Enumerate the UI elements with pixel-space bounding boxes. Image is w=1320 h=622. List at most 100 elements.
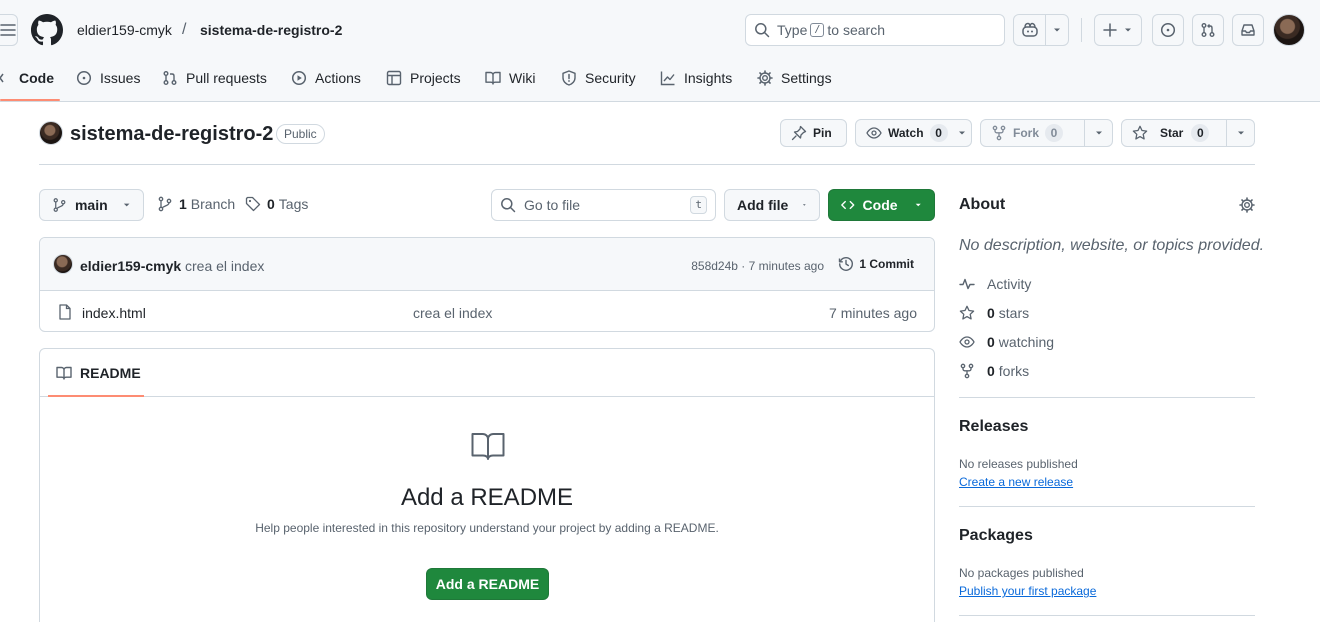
- menu-button[interactable]: [0, 14, 18, 46]
- commit-author[interactable]: eldier159-cmyk: [80, 258, 181, 274]
- create-new-button[interactable]: [1094, 14, 1142, 46]
- search-shortcut-key: /: [810, 23, 825, 37]
- stars-link[interactable]: 0 stars: [959, 305, 1029, 321]
- sidebar-divider: [959, 397, 1255, 398]
- breadcrumb-owner[interactable]: eldier159-cmyk: [77, 21, 172, 39]
- tab-actions[interactable]: Actions: [291, 62, 361, 94]
- book-icon: [471, 433, 505, 460]
- forks-link[interactable]: 0 forks: [959, 363, 1029, 379]
- code-icon: [841, 200, 855, 210]
- play-icon: [291, 70, 307, 86]
- file-icon: [59, 304, 71, 320]
- branch-select[interactable]: main: [39, 189, 144, 221]
- file-table: eldier159-cmyk crea el index 858d24b · 7…: [39, 237, 935, 332]
- tab-security-label: Security: [585, 70, 636, 86]
- tags-count: 0: [267, 196, 275, 212]
- readme-empty-title: Add a README: [400, 484, 574, 511]
- commit-author-avatar[interactable]: [53, 254, 73, 274]
- watch-button[interactable]: Watch 0: [855, 119, 972, 147]
- add-readme-button[interactable]: Add a README: [426, 568, 549, 600]
- pin-button[interactable]: Pin: [780, 119, 847, 147]
- tab-pull-requests-label: Pull requests: [186, 70, 267, 86]
- repo-owner-avatar[interactable]: [39, 121, 63, 145]
- repo-forked-icon: [992, 125, 1006, 141]
- fork-button[interactable]: Fork 0: [980, 119, 1113, 147]
- book-icon: [485, 71, 501, 85]
- commit-meta[interactable]: 858d24b · 7 minutes ago: [691, 259, 824, 273]
- watching-count: 0: [987, 334, 995, 350]
- releases-heading[interactable]: Releases: [959, 418, 1028, 436]
- watch-label: Watch: [888, 126, 924, 140]
- search-prefix: Type: [777, 22, 808, 38]
- search-input[interactable]: Type / to search: [745, 14, 1005, 46]
- tab-insights-label: Insights: [684, 70, 733, 86]
- git-branch-icon: [53, 198, 66, 212]
- watching-link[interactable]: 0 watching: [959, 334, 1054, 350]
- watch-count: 0: [929, 124, 948, 142]
- gear-icon: [757, 70, 773, 86]
- tab-security[interactable]: Security: [561, 62, 636, 94]
- chevron-down-icon: [1125, 28, 1131, 32]
- repo-title[interactable]: sistema-de-registro-2: [70, 122, 273, 146]
- readme-tab[interactable]: README: [56, 365, 141, 381]
- visibility-badge: Public: [276, 124, 325, 144]
- menu-icon: [0, 24, 16, 36]
- about-heading: About: [959, 196, 1006, 213]
- copilot-icon: [1021, 22, 1038, 37]
- code-button-label: Code: [862, 197, 898, 213]
- tab-insights[interactable]: Insights: [660, 62, 732, 94]
- tab-projects[interactable]: Projects: [386, 62, 461, 94]
- file-name[interactable]: index.html: [82, 305, 146, 321]
- branches-link[interactable]: 1 Branch: [157, 196, 235, 212]
- go-to-file-shortcut: t: [690, 196, 707, 214]
- user-avatar[interactable]: [1273, 14, 1305, 46]
- chevron-down-icon: [123, 203, 130, 207]
- repo-forked-icon: [960, 363, 974, 379]
- publish-package-link[interactable]: Publish your first package: [959, 584, 1096, 598]
- code-button[interactable]: Code: [828, 189, 935, 221]
- file-commit-message[interactable]: crea el index: [413, 305, 492, 321]
- commits-link[interactable]: 1 Commit: [838, 256, 914, 272]
- branches-count: 1: [179, 196, 187, 212]
- copilot-button[interactable]: [1013, 14, 1069, 46]
- about-description: No description, website, or topics provi…: [959, 237, 1265, 254]
- activity-link[interactable]: Activity: [959, 276, 1031, 292]
- readme-header: README: [40, 349, 934, 397]
- star-button[interactable]: Star 0: [1121, 119, 1255, 147]
- breadcrumb-repo[interactable]: sistema-de-registro-2: [200, 21, 342, 39]
- commit-message[interactable]: crea el index: [185, 258, 264, 274]
- active-tab-underline: [0, 99, 60, 101]
- create-release-link[interactable]: Create a new release: [959, 475, 1073, 489]
- chevron-down-icon: [915, 203, 921, 207]
- packages-empty-text: No packages published: [959, 566, 1084, 580]
- shield-icon: [562, 70, 576, 86]
- git-pull-request-icon: [1201, 23, 1215, 37]
- tab-code[interactable]: Code: [0, 62, 54, 94]
- add-file-button[interactable]: Add file: [724, 189, 820, 221]
- tab-wiki-label: Wiki: [509, 70, 536, 86]
- branch-name: main: [74, 197, 108, 213]
- sidebar-divider: [959, 506, 1255, 507]
- forks-count: 0: [987, 363, 995, 379]
- forks-label: forks: [998, 363, 1030, 379]
- tags-link[interactable]: 0 Tags: [245, 196, 308, 212]
- tab-wiki[interactable]: Wiki: [485, 62, 535, 94]
- packages-heading[interactable]: Packages: [959, 527, 1033, 545]
- file-commit-time: 7 minutes ago: [829, 305, 917, 321]
- pull-requests-button[interactable]: [1192, 14, 1224, 46]
- fork-label: Fork: [1013, 126, 1040, 140]
- github-logo-icon[interactable]: [31, 14, 63, 46]
- issues-button[interactable]: [1152, 14, 1184, 46]
- tab-pull-requests[interactable]: Pull requests: [162, 62, 267, 94]
- tab-issues[interactable]: Issues: [76, 62, 140, 94]
- chevron-down-icon: [1095, 131, 1102, 135]
- inbox-button[interactable]: [1232, 14, 1264, 46]
- tab-settings-label: Settings: [781, 70, 832, 86]
- star-icon: [959, 305, 975, 320]
- go-to-file-input[interactable]: Go to file t: [491, 189, 716, 221]
- history-icon: [839, 257, 854, 271]
- gear-icon[interactable]: [1239, 197, 1255, 213]
- table-row[interactable]: index.html crea el index 7 minutes ago: [40, 292, 934, 331]
- releases-empty-text: No releases published: [959, 457, 1078, 471]
- tab-settings[interactable]: Settings: [757, 62, 832, 94]
